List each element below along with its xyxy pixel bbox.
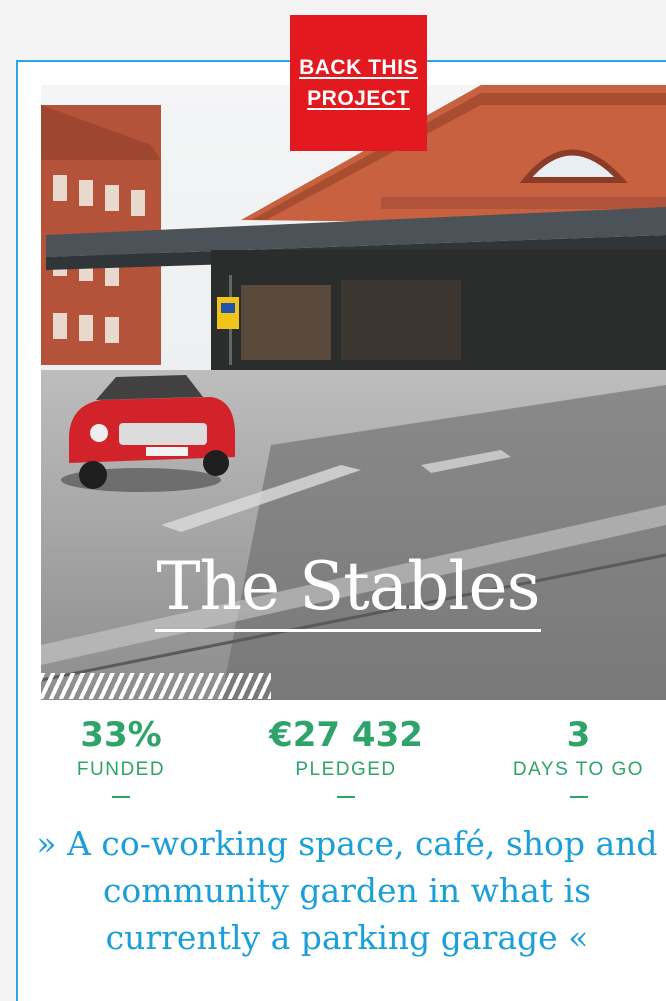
project-tagline: » A co-working space, café, shop and com…: [36, 824, 658, 957]
stat-pledged-value: €27 432: [269, 715, 423, 755]
stat-days-divider: [569, 796, 588, 798]
project-title: The Stables: [41, 545, 655, 632]
project-title-text: The Stables: [154, 545, 542, 632]
stat-pledged-label: PLEDGED: [295, 759, 397, 780]
stat-pledged: €27 432 PLEDGED: [251, 712, 441, 798]
stat-pledged-divider: [337, 796, 355, 798]
stat-days-label: DAYS TO GO: [512, 759, 645, 780]
stat-funded-value: 33%: [80, 715, 162, 755]
stat-funded-label: FUNDED: [76, 759, 166, 780]
back-this-project-label: BACK THIS PROJECT: [299, 56, 418, 110]
stat-funded-divider: [112, 796, 130, 798]
stat-days-to-go: 3 DAYS TO GO: [491, 712, 666, 798]
back-this-project-button[interactable]: BACK THIS PROJECT: [290, 15, 427, 151]
decorative-hatch-strip: [41, 673, 271, 699]
stat-days-value: 3: [566, 715, 591, 755]
stat-funded: 33% FUNDED: [41, 712, 201, 798]
funding-stats: 33% FUNDED €27 432 PLEDGED 3 DAYS TO GO: [41, 712, 666, 802]
